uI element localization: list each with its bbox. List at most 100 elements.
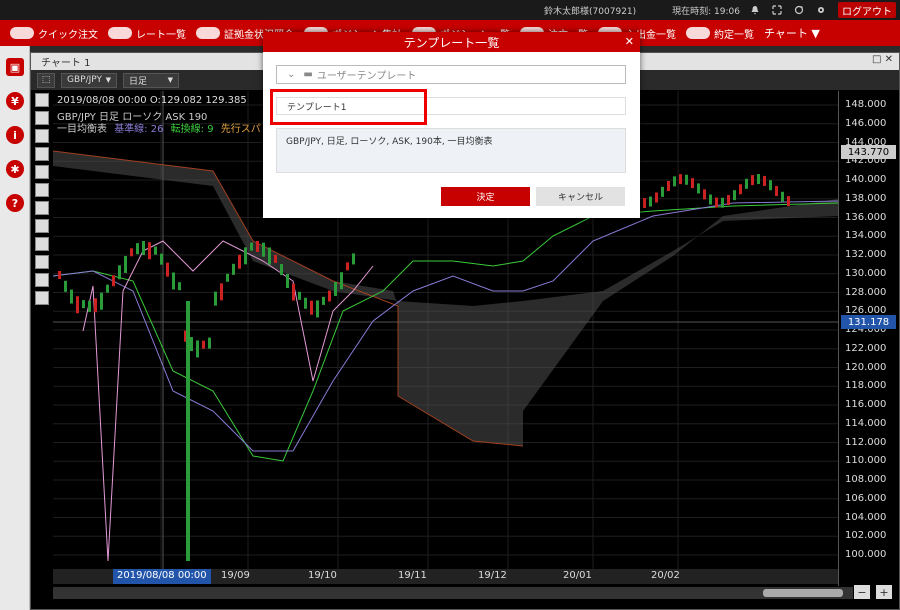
price-tick-label: 128.000 — [845, 286, 887, 298]
ichimoku-info: 一目均衡表 基準線: 26 転換線: 9 先行スパン — [57, 120, 271, 135]
screenshot-tool-icon[interactable] — [35, 273, 49, 287]
eraser-tool-icon[interactable] — [35, 147, 49, 161]
menu-label: レート一覧 — [136, 29, 186, 41]
candlestick — [100, 292, 103, 310]
menu-label: 約定一覧 — [714, 29, 754, 41]
price-tick-label: 108.000 — [845, 474, 887, 485]
dialog-title: テンプレート一覧 — [403, 35, 500, 50]
price-tick-label: 148.000 — [845, 99, 887, 110]
candlestick — [186, 301, 190, 561]
price-tick-label: 102.000 — [845, 530, 887, 542]
price-tick-label: 122.000 — [845, 342, 887, 354]
menu-label: クイック注文 — [38, 29, 98, 41]
info-icon[interactable]: i — [6, 126, 24, 144]
tenkan-label: 転換線: 9 — [170, 124, 214, 135]
refresh-icon[interactable] — [794, 5, 804, 15]
ohlc-text: 2019/08/08 00:00 O:129.082 129.385 — [57, 95, 247, 106]
fullscreen-icon[interactable] — [772, 5, 782, 15]
toggle-switch[interactable] — [686, 27, 710, 39]
menu-chart-dropdown[interactable]: チャート ▼ — [764, 25, 820, 41]
candlestick — [82, 300, 85, 309]
window-controls[interactable]: □ ✕ — [872, 54, 893, 65]
bell-icon[interactable] — [750, 5, 760, 15]
candlestick — [787, 196, 790, 207]
kijun-label: 基準線: 26 — [114, 124, 164, 135]
bars-tool-icon[interactable] — [35, 183, 49, 197]
ohlc-info: 2019/08/08 00:00 O:129.082 129.385 — [57, 95, 247, 106]
logout-button[interactable]: ログアウト — [838, 2, 896, 18]
yen-icon[interactable]: ¥ — [6, 92, 24, 110]
time-tick-label: 20/02 — [651, 570, 680, 581]
gear-icon[interactable]: ✱ — [6, 160, 24, 178]
candlestick — [643, 198, 646, 208]
toggle-switch[interactable] — [10, 27, 34, 39]
cursor-price-tag: 131.178 — [841, 315, 896, 329]
toggle-switch[interactable] — [108, 27, 132, 39]
line-tool-icon[interactable] — [35, 93, 49, 107]
price-tick-label: 146.000 — [845, 117, 887, 129]
candlestick — [154, 246, 157, 255]
cursor-tool-icon[interactable] — [35, 129, 49, 143]
price-tick-label: 134.000 — [845, 230, 887, 242]
candlestick — [781, 191, 784, 202]
cancel-button[interactable]: キャンセル — [536, 187, 625, 206]
layout-tool-icon[interactable] — [35, 291, 49, 305]
menu-execution-list[interactable]: 約定一覧 — [686, 26, 754, 41]
dialog-header: テンプレート一覧 ✕ — [263, 32, 640, 52]
candlestick — [280, 264, 283, 276]
grid-tool-icon[interactable] — [35, 255, 49, 269]
candlestick — [256, 241, 259, 253]
save-icon[interactable]: ▣ — [6, 58, 24, 76]
timeframe-select[interactable]: 日足 ▼ — [123, 72, 179, 88]
candlestick — [727, 195, 730, 206]
candlestick — [106, 284, 109, 293]
chart-type-icon[interactable]: ⬚ — [37, 72, 55, 88]
candlestick — [697, 183, 700, 194]
candlestick — [715, 197, 718, 208]
candlestick — [136, 243, 139, 255]
indicator-tool-icon[interactable] — [35, 237, 49, 251]
left-sidebar: ▣ ¥ i ✱ ? — [0, 46, 30, 610]
time-tick-label: 19/11 — [398, 570, 427, 581]
current-price-tag: 143.770 — [841, 145, 896, 159]
candlestick — [178, 282, 181, 291]
candlestick — [208, 337, 211, 349]
top-bar: 鈴木太郎様(7007921) 現在時刻: 19:06 ログアウト — [0, 0, 900, 20]
menu-rate-list[interactable]: レート一覧 — [108, 26, 186, 41]
candlestick — [238, 254, 241, 269]
toggle-switch[interactable] — [196, 27, 220, 39]
help-icon[interactable]: ? — [6, 194, 24, 212]
candlestick — [88, 300, 91, 312]
chart-tab[interactable]: チャート 1 — [41, 54, 90, 69]
symbol-select[interactable]: GBP/JPY ▼ — [61, 72, 117, 88]
zoom-in-button[interactable]: + — [876, 585, 892, 599]
template-description: GBP/JPY, 日足, ローソク, ASK, 190本, 一目均衡表 — [276, 128, 626, 173]
candlestick — [649, 196, 652, 207]
scrollbar-thumb[interactable] — [763, 589, 843, 597]
template-folder[interactable]: ⌄ ▬ ユーザーテンプレート — [276, 65, 626, 84]
bid-ask-tool-icon[interactable] — [35, 201, 49, 215]
candlestick — [274, 254, 277, 263]
trendline-tool-icon[interactable] — [35, 111, 49, 125]
confirm-button[interactable]: 決定 — [441, 187, 530, 206]
time-tick-label: 19/10 — [308, 570, 337, 581]
price-tick-label: 132.000 — [845, 249, 887, 260]
candlestick — [64, 280, 67, 292]
zoom-out-button[interactable]: − — [854, 585, 870, 599]
pointer-tool-icon[interactable] — [35, 219, 49, 233]
chart-scrollbar[interactable] — [53, 587, 853, 599]
candlestick — [703, 189, 706, 200]
settings-icon[interactable] — [816, 5, 826, 15]
chevron-down-icon: ▼ — [105, 76, 111, 84]
candlestick — [340, 272, 343, 290]
close-icon[interactable]: ✕ — [625, 35, 634, 48]
price-tick-label: 116.000 — [845, 399, 887, 410]
candlestick — [166, 262, 169, 277]
trash-tool-icon[interactable] — [35, 165, 49, 179]
price-tick-label: 118.000 — [845, 380, 887, 392]
candlestick — [286, 274, 289, 289]
menu-quick-order[interactable]: クイック注文 — [10, 26, 98, 41]
candlestick — [679, 174, 682, 185]
candlestick — [220, 283, 223, 301]
selection-highlight — [270, 89, 427, 125]
